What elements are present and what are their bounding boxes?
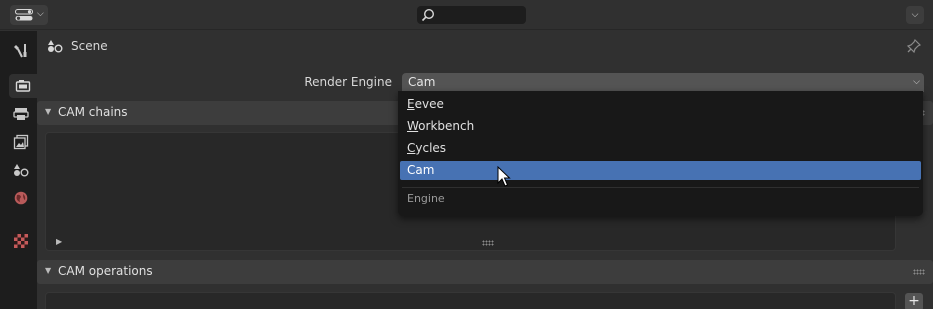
options-dropdown-button[interactable]: ⌵ [906, 6, 924, 24]
view-layer-icon [13, 134, 29, 150]
render-engine-select[interactable]: Cam ⌵ [402, 73, 924, 92]
panel-header-cam-operations[interactable]: ▼ CAM operations [37, 260, 933, 284]
mouse-cursor-icon [497, 166, 511, 187]
tab-tool[interactable] [9, 39, 33, 63]
tool-icon [14, 44, 27, 58]
collapse-triangle-icon: ▼ [45, 107, 52, 116]
output-icon [13, 108, 29, 120]
collapse-triangle-icon: ▼ [45, 266, 52, 275]
render-engine-value: Cam [408, 75, 436, 89]
render-engine-menu: Eevee Workbench Cycles Cam Engine [398, 91, 923, 216]
add-operation-button[interactable]: + [905, 293, 923, 309]
context-label: Scene [71, 39, 108, 53]
editor-type-button[interactable]: ⌵ [10, 5, 48, 25]
menu-item-workbench[interactable]: Workbench [400, 117, 921, 136]
texture-icon [14, 234, 28, 248]
tab-texture[interactable] [9, 229, 33, 253]
chevron-down-icon: ⌵ [913, 77, 920, 87]
context-breadcrumb: Scene [47, 37, 108, 55]
menu-separator [402, 187, 919, 188]
drag-grip-icon[interactable] [913, 269, 925, 275]
tab-output[interactable] [9, 102, 33, 126]
panel-title: CAM operations [58, 264, 153, 278]
tab-scene[interactable] [9, 158, 33, 182]
tab-view-layer[interactable] [9, 130, 33, 154]
render-icon [15, 80, 31, 92]
menu-item-cycles[interactable]: Cycles [400, 139, 921, 158]
world-icon [14, 191, 28, 205]
panel-title: CAM chains [58, 105, 128, 119]
scene-icon [14, 164, 29, 177]
properties-tab-strip [0, 31, 37, 309]
tab-world[interactable] [9, 186, 33, 210]
tab-render[interactable] [9, 74, 37, 98]
search-icon [421, 8, 435, 22]
expand-triangle-icon[interactable]: ▶ [56, 237, 62, 246]
chevron-down-icon: ⌵ [37, 9, 44, 19]
resize-handle[interactable] [482, 240, 494, 246]
pin-icon[interactable] [907, 39, 921, 53]
menu-section-label: Engine [407, 192, 445, 205]
scene-icon [48, 40, 63, 53]
menu-item-eevee[interactable]: Eevee [400, 95, 921, 114]
editor-type-icon [15, 9, 33, 21]
search-input[interactable] [439, 7, 523, 23]
search-field[interactable] [417, 6, 526, 24]
menu-item-cam[interactable]: Cam [400, 161, 921, 180]
cam-operations-list[interactable] [45, 292, 896, 309]
header-bar: ⌵ ⌵ [0, 0, 933, 30]
render-engine-label: Render Engine [304, 75, 392, 89]
